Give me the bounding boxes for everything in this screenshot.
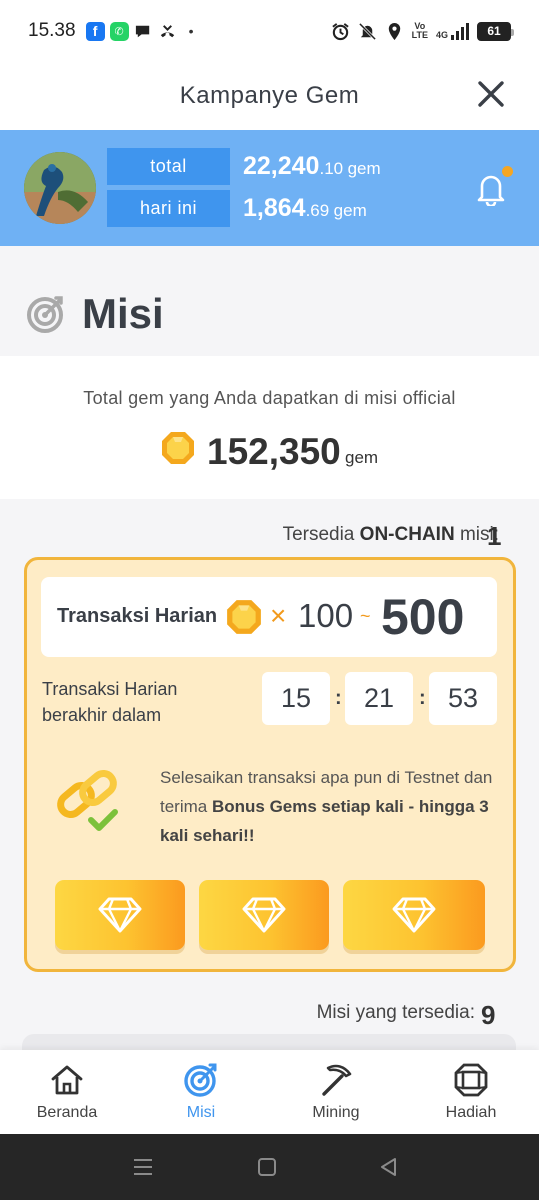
app-header: Kampanye Gem xyxy=(0,62,539,130)
recent-apps-icon[interactable] xyxy=(130,1154,156,1180)
target-icon xyxy=(27,296,63,333)
pickaxe-icon xyxy=(322,1064,352,1096)
signal-indicator: 4G xyxy=(436,22,469,40)
onchain-caption: Tersedia ON-CHAIN misi: xyxy=(282,524,499,545)
user-gem-summary: total 22,240.10 gem hari ini 1,864.69 ge… xyxy=(0,130,539,246)
facebook-icon: f xyxy=(85,21,105,41)
diamond-icon xyxy=(98,897,142,933)
claim-gem-button-2[interactable] xyxy=(199,880,329,950)
network-type: 4G xyxy=(435,30,448,40)
total-label: total xyxy=(107,148,230,185)
back-button-icon[interactable] xyxy=(376,1154,402,1180)
mission-description: Selesaikan transaksi apa pun di Testnet … xyxy=(160,768,493,845)
notification-icons: f ✆ • xyxy=(85,21,201,41)
system-status-icons: Vo LTE 4G 61 xyxy=(331,21,514,41)
onchain-count: 1 xyxy=(487,521,502,551)
total-caption: Total gem yang Anda dapatkan di misi off… xyxy=(83,388,456,408)
total-gem-value: 22,240.10 gem xyxy=(243,152,381,180)
more-dot-icon: • xyxy=(188,23,194,39)
notification-dot xyxy=(502,166,513,177)
avatar[interactable] xyxy=(24,152,96,224)
nav-item-beranda[interactable]: Beranda xyxy=(0,1050,134,1134)
status-time: 15.38 xyxy=(28,20,76,41)
status-bar: 15.38 f ✆ • Vo LTE 4G 61 xyxy=(0,0,539,62)
timer-separator: : xyxy=(335,687,342,709)
location-icon xyxy=(388,22,400,40)
home-icon xyxy=(51,1065,83,1095)
close-icon[interactable] xyxy=(473,76,509,112)
gift-box-icon xyxy=(454,1063,488,1097)
timer-separator: : xyxy=(419,687,426,709)
nav-label: Misi xyxy=(186,1104,216,1121)
nav-item-misi[interactable]: Misi xyxy=(134,1050,268,1134)
claim-gem-button-3[interactable] xyxy=(343,880,485,950)
system-navigation-bar xyxy=(0,1134,539,1200)
available-missions-count: 9 xyxy=(481,1000,496,1030)
available-missions-caption: Misi yang tersedia: xyxy=(316,1002,475,1023)
timer-label: Transaksi Harian berakhir dalam xyxy=(42,679,178,725)
today-label: hari ini xyxy=(107,190,230,227)
chat-bubble-icon xyxy=(135,25,149,37)
today-gem-value: 1,864.69 gem xyxy=(243,194,367,222)
misi-section-header: Misi xyxy=(0,246,539,354)
peacock-avatar-image xyxy=(24,152,96,224)
gem-icon xyxy=(162,432,194,464)
alarm-icon xyxy=(331,22,349,40)
nav-label: Mining xyxy=(312,1104,360,1121)
missed-call-icon xyxy=(160,24,174,37)
diamond-icon xyxy=(392,897,436,933)
volte-indicator: Vo LTE xyxy=(411,21,428,40)
diamond-icon xyxy=(242,897,286,933)
target-icon xyxy=(184,1063,217,1097)
reward-max: 500 xyxy=(381,589,465,645)
claim-gem-button-1[interactable] xyxy=(55,880,185,950)
signal-bars-icon xyxy=(451,22,469,40)
home-button-icon[interactable] xyxy=(254,1154,280,1180)
battery-icon: 61 xyxy=(477,21,514,41)
nav-label: Beranda xyxy=(36,1104,98,1121)
total-gem-unit: gem xyxy=(345,448,379,467)
nav-item-hadiah[interactable]: Hadiah xyxy=(404,1050,538,1134)
page-title: Kampanye Gem xyxy=(179,82,360,109)
battery-level: 61 xyxy=(487,24,501,38)
nav-item-mining[interactable]: Mining xyxy=(269,1050,403,1134)
mute-bell-icon xyxy=(358,22,376,40)
reward-min: 100 xyxy=(298,597,354,634)
bottom-nav: Beranda Misi Mining Hadiah xyxy=(0,1050,539,1134)
total-gem-amount: 152,350 xyxy=(207,431,341,472)
timer-hours: 15 xyxy=(262,672,330,725)
misi-title: Misi xyxy=(82,290,164,337)
timer-minutes: 21 xyxy=(345,672,413,725)
multiplier-sign: × xyxy=(270,600,287,631)
whatsapp-icon: ✆ xyxy=(109,21,129,41)
nav-label: Hadiah xyxy=(445,1104,497,1121)
gem-icon xyxy=(227,600,261,634)
timer-seconds: 53 xyxy=(429,672,497,725)
chain-link-check-icon xyxy=(57,770,118,831)
official-mission-total: Total gem yang Anda dapatkan di misi off… xyxy=(0,356,539,499)
mission-title: Transaksi Harian xyxy=(57,605,218,627)
reward-range-tilde: ~ xyxy=(360,606,371,626)
